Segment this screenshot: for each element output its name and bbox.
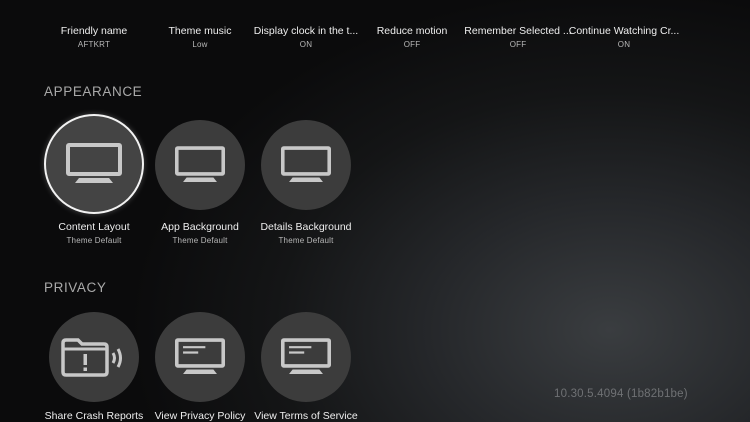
setting-continue-watching[interactable]: Continue Watching Cr... ON [559, 25, 689, 50]
section-header-appearance: APPEARANCE [44, 84, 143, 99]
setting-label: View Terms of Service [254, 410, 358, 422]
monitor-icon [175, 146, 225, 184]
monitor-icon [66, 143, 122, 185]
view-terms-of-service-caption: View Terms of Service [241, 410, 371, 422]
content-layout-button[interactable] [44, 114, 144, 214]
crash-report-icon [61, 337, 127, 377]
document-monitor-icon [281, 338, 331, 376]
document-monitor-icon [175, 338, 225, 376]
setting-label: Details Background [260, 221, 352, 233]
monitor-icon [281, 146, 331, 184]
share-crash-reports-button[interactable] [49, 312, 139, 402]
section-header-privacy: PRIVACY [44, 280, 107, 295]
app-version: 10.30.5.4094 (1b82b1be) [554, 388, 688, 400]
view-privacy-policy-button[interactable] [155, 312, 245, 402]
setting-value: ON [617, 40, 631, 49]
setting-value: Theme Default [278, 236, 334, 245]
details-background-button[interactable] [261, 120, 351, 210]
details-background-caption: Details Background Theme Default [241, 221, 371, 246]
app-background-button[interactable] [155, 120, 245, 210]
setting-label: Continue Watching Cr... [568, 25, 680, 37]
view-terms-of-service-button[interactable] [261, 312, 351, 402]
